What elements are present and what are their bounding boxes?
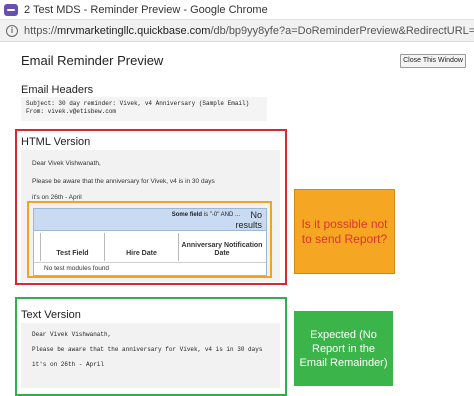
expected-text: Expected (No Report in the Email Remaind… <box>299 328 388 369</box>
row-divider <box>34 262 266 263</box>
report-header-bar: Some field is "-0" AND ... No results <box>34 209 266 231</box>
expected-callout: Expected (No Report in the Email Remaind… <box>294 311 393 386</box>
window-title: 2 Test MDS - Reminder Preview - Google C… <box>24 3 268 16</box>
window-titlebar: 2 Test MDS - Reminder Preview - Google C… <box>0 0 474 20</box>
no-results-text: No results <box>235 210 262 230</box>
text-version-body: Dear Vivek Vishwanath, Please be aware t… <box>21 323 280 388</box>
subject-line: Subject: 30 day reminder: Vivek, v4 Anni… <box>26 100 250 107</box>
from-line: From: vivek.v@etisbew.com <box>26 108 117 115</box>
url-path: /db/bp9yy8yfe?a=DoReminderPreview&Redire… <box>210 24 474 37</box>
column-header-anniversary-date: Anniversary Notification Date <box>181 242 263 257</box>
page-title: Email Reminder Preview <box>21 53 164 68</box>
url-domain: mrvmarketingllc.quickbase.com <box>57 24 211 37</box>
html-body-line: Please be aware that the anniversary for… <box>32 178 215 185</box>
question-text: Is it possible not to send Report? <box>301 216 388 246</box>
filter-condition: is "-0" AND ... <box>202 212 240 218</box>
text-body-line: Please be aware that the anniversary for… <box>32 346 263 353</box>
address-bar[interactable]: i https://mrvmarketingllc.quickbase.com/… <box>0 20 474 42</box>
email-headers-heading: Email Headers <box>21 84 94 96</box>
page-content: Email Reminder Preview Close This Window… <box>0 43 474 396</box>
url-prefix: https:// <box>24 24 58 37</box>
empty-report-message: No test modules found <box>44 265 110 272</box>
column-header-hire-date: Hire Date <box>126 250 157 257</box>
text-version-heading: Text Version <box>21 309 81 321</box>
no-results-label: No results <box>235 210 262 230</box>
html-version-heading: HTML Version <box>21 136 91 148</box>
html-date-line: it's on 26th - April <box>32 194 82 201</box>
filter-field: Some field <box>171 212 203 218</box>
question-callout: Is it possible not to send Report? <box>294 189 395 274</box>
url-text[interactable]: https://mrvmarketingllc.quickbase.com/db… <box>24 25 474 37</box>
embedded-report-table: Some field is "-0" AND ... No results Tes… <box>33 208 267 276</box>
text-date-line: it's on 26th - April <box>32 361 105 368</box>
column-header-test-field: Test Field <box>56 250 89 257</box>
text-greeting: Dear Vivek Vishwanath, <box>32 331 112 338</box>
quickbase-app-icon <box>4 3 18 16</box>
report-filter-text: Some field is "-0" AND ... <box>172 212 240 218</box>
email-headers-box: Subject: 30 day reminder: Vivek, v4 Anni… <box>21 97 267 121</box>
info-icon[interactable]: i <box>6 24 18 37</box>
close-window-button[interactable]: Close This Window <box>400 54 466 68</box>
html-greeting: Dear Vivek Vishwanath, <box>32 160 101 167</box>
